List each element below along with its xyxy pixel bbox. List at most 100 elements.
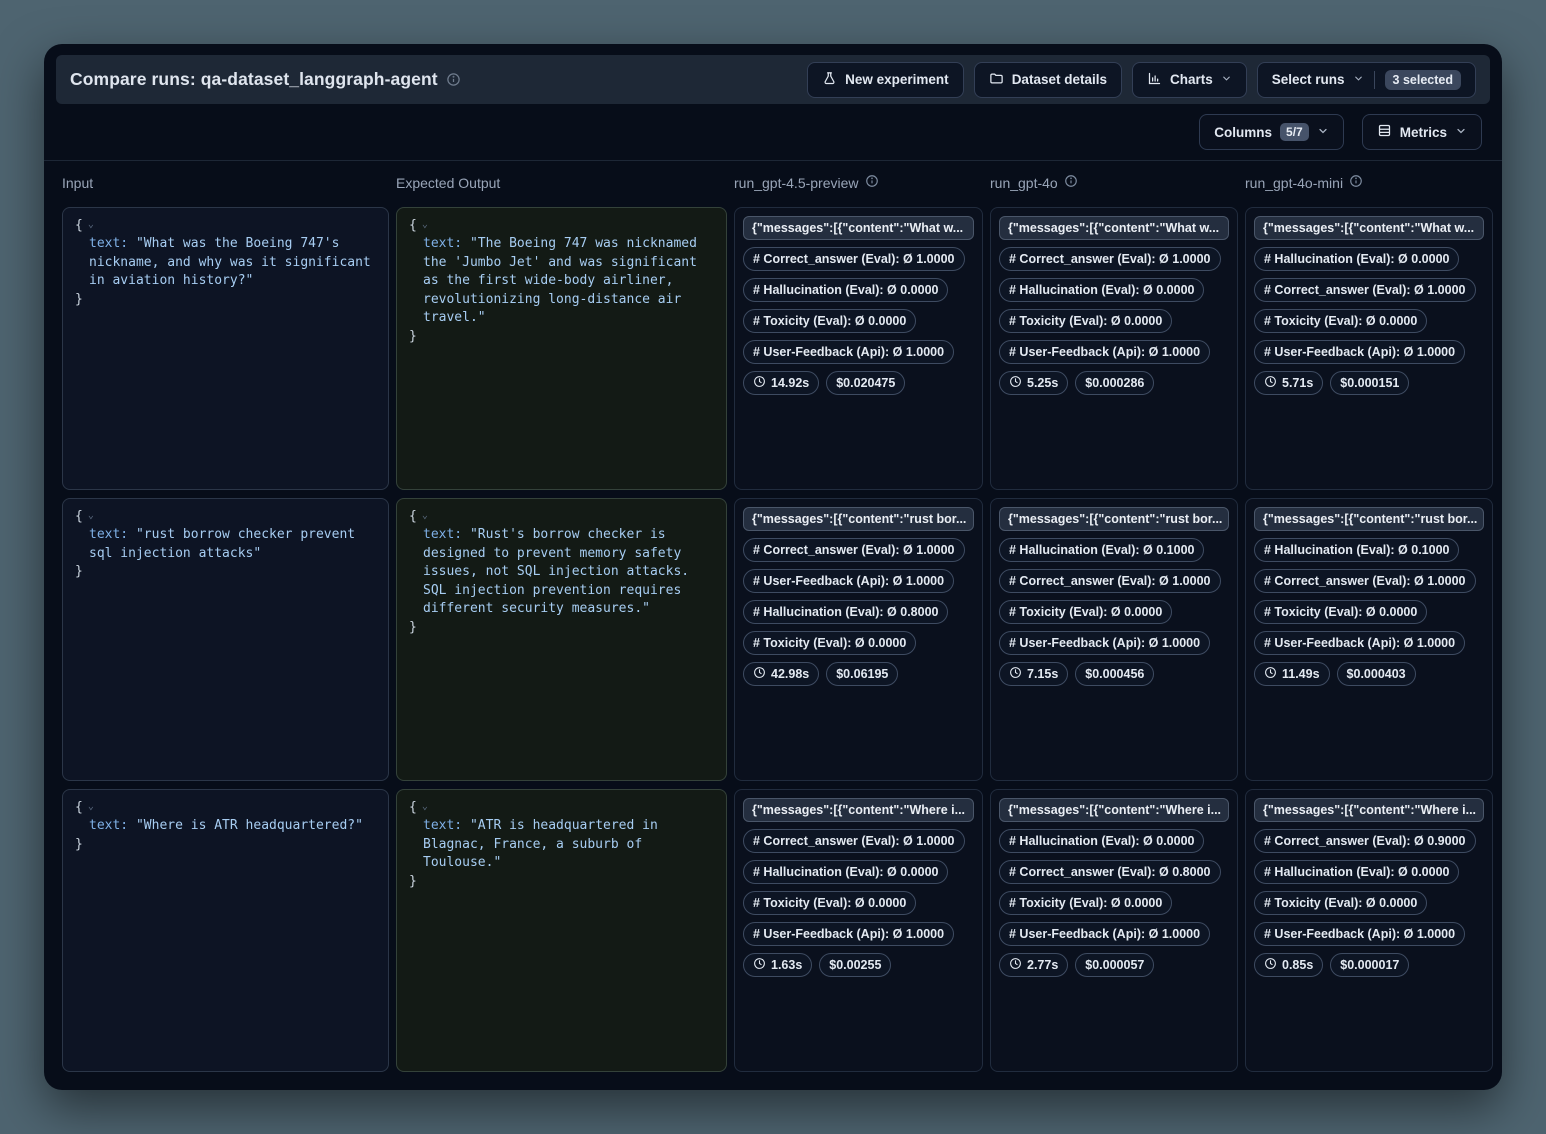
metric-chip[interactable]: # User-Feedback (Api): Ø 1.0000 — [743, 922, 954, 946]
expected-output-cell[interactable]: {⌄ text: "ATR is headquartered in Blagna… — [396, 789, 727, 1072]
run-output-cell[interactable]: {"messages":[{"content":"rust bor... # C… — [734, 498, 983, 781]
input-cell[interactable]: {⌄ text: "rust borrow checker prevent sq… — [62, 498, 389, 781]
metric-chip[interactable]: # Toxicity (Eval): Ø 0.0000 — [1254, 891, 1427, 915]
metric-chip[interactable]: # User-Feedback (Api): Ø 1.0000 — [999, 631, 1210, 655]
dataset-details-label: Dataset details — [1012, 72, 1107, 87]
collapse-chevron-icon[interactable]: ⌄ — [422, 801, 428, 812]
metric-chip[interactable]: # Hallucination (Eval): Ø 0.0000 — [1254, 247, 1459, 271]
metric-chip[interactable]: # Hallucination (Eval): Ø 0.0000 — [999, 278, 1204, 302]
metric-chip[interactable]: # Hallucination (Eval): Ø 0.0000 — [1254, 860, 1459, 884]
cost-chip[interactable]: $0.020475 — [826, 371, 905, 395]
title-info-icon[interactable] — [446, 72, 461, 87]
expected-output-cell[interactable]: {⌄ text: "Rust's borrow checker is desig… — [396, 498, 727, 781]
metric-chip[interactable]: # Correct_answer (Eval): Ø 1.0000 — [999, 247, 1221, 271]
info-icon[interactable] — [1349, 174, 1363, 191]
cost-chip[interactable]: $0.06195 — [826, 662, 898, 686]
page-title: Compare runs: qa-dataset_langgraph-agent — [70, 69, 438, 90]
cost-chip[interactable]: $0.000456 — [1075, 662, 1154, 686]
metric-chip[interactable]: # Toxicity (Eval): Ø 0.0000 — [1254, 309, 1427, 333]
output-preview-chip[interactable]: {"messages":[{"content":"What w... — [999, 216, 1229, 240]
latency-chip[interactable]: 14.92s — [743, 371, 819, 395]
select-runs-button[interactable]: Select runs 3 selected — [1257, 62, 1476, 98]
output-preview-chip[interactable]: {"messages":[{"content":"What w... — [1254, 216, 1484, 240]
output-preview-chip[interactable]: {"messages":[{"content":"Where i... — [999, 798, 1229, 822]
run-output-cell[interactable]: {"messages":[{"content":"rust bor... # H… — [990, 498, 1238, 781]
output-preview-chip[interactable]: {"messages":[{"content":"What w... — [743, 216, 974, 240]
info-icon[interactable] — [865, 174, 879, 191]
metric-chip[interactable]: # Correct_answer (Eval): Ø 0.9000 — [1254, 829, 1476, 853]
metric-chip[interactable]: # User-Feedback (Api): Ø 1.0000 — [999, 922, 1210, 946]
collapse-chevron-icon[interactable]: ⌄ — [88, 801, 94, 812]
metric-chip[interactable]: # Correct_answer (Eval): Ø 1.0000 — [743, 829, 965, 853]
metric-chip[interactable]: # User-Feedback (Api): Ø 1.0000 — [743, 569, 954, 593]
metric-chip[interactable]: # Hallucination (Eval): Ø 0.0000 — [743, 278, 948, 302]
metric-chip[interactable]: # Hallucination (Eval): Ø 0.0000 — [743, 860, 948, 884]
selected-count-badge: 3 selected — [1385, 70, 1461, 90]
collapse-chevron-icon[interactable]: ⌄ — [422, 219, 428, 230]
collapse-chevron-icon[interactable]: ⌄ — [422, 510, 428, 521]
latency-chip[interactable]: 42.98s — [743, 662, 819, 686]
run-output-cell[interactable]: {"messages":[{"content":"What w... # Cor… — [990, 207, 1238, 490]
expected-output-cell[interactable]: {⌄ text: "The Boeing 747 was nicknamed t… — [396, 207, 727, 490]
cost-chip[interactable]: $0.000017 — [1330, 953, 1409, 977]
run-output-cell[interactable]: {"messages":[{"content":"rust bor... # H… — [1245, 498, 1493, 781]
latency-chip[interactable]: 7.15s — [999, 662, 1068, 686]
output-preview-chip[interactable]: {"messages":[{"content":"rust bor... — [1254, 507, 1484, 531]
run-output-cell[interactable]: {"messages":[{"content":"What w... # Cor… — [734, 207, 983, 490]
latency-chip[interactable]: 5.25s — [999, 371, 1068, 395]
cost-chip[interactable]: $0.000151 — [1330, 371, 1409, 395]
json-viewer: {⌄ text: "rust borrow checker prevent sq… — [63, 499, 388, 591]
metric-chip[interactable]: # User-Feedback (Api): Ø 1.0000 — [999, 340, 1210, 364]
dataset-details-button[interactable]: Dataset details — [974, 62, 1122, 98]
metric-chip[interactable]: # Toxicity (Eval): Ø 0.0000 — [1254, 600, 1427, 624]
info-icon[interactable] — [1064, 174, 1078, 191]
output-preview-chip[interactable]: {"messages":[{"content":"Where i... — [743, 798, 974, 822]
collapse-chevron-icon[interactable]: ⌄ — [88, 510, 94, 521]
metric-chip[interactable]: # Toxicity (Eval): Ø 0.0000 — [743, 631, 916, 655]
metric-chip[interactable]: # Toxicity (Eval): Ø 0.0000 — [999, 309, 1172, 333]
metric-chip[interactable]: # User-Feedback (Api): Ø 1.0000 — [1254, 922, 1465, 946]
metrics-button[interactable]: Metrics — [1362, 114, 1482, 150]
metric-chip[interactable]: # Correct_answer (Eval): Ø 1.0000 — [1254, 569, 1476, 593]
metric-chip[interactable]: # Toxicity (Eval): Ø 0.0000 — [743, 891, 916, 915]
metric-chip[interactable]: # User-Feedback (Api): Ø 1.0000 — [1254, 631, 1465, 655]
metric-chip[interactable]: # Correct_answer (Eval): Ø 1.0000 — [1254, 278, 1476, 302]
input-cell[interactable]: {⌄ text: "What was the Boeing 747's nick… — [62, 207, 389, 490]
metric-chip[interactable]: # Correct_answer (Eval): Ø 0.8000 — [999, 860, 1221, 884]
collapse-chevron-icon[interactable]: ⌄ — [88, 219, 94, 230]
metric-chip[interactable]: # Correct_answer (Eval): Ø 1.0000 — [743, 247, 965, 271]
input-cell[interactable]: {⌄ text: "Where is ATR headquartered?" } — [62, 789, 389, 1072]
latency-chip[interactable]: 5.71s — [1254, 371, 1323, 395]
new-experiment-button[interactable]: New experiment — [807, 62, 964, 98]
metric-chip[interactable]: # Hallucination (Eval): Ø 0.8000 — [743, 600, 948, 624]
metric-chip[interactable]: # User-Feedback (Api): Ø 1.0000 — [1254, 340, 1465, 364]
metric-chip[interactable]: # Hallucination (Eval): Ø 0.0000 — [999, 829, 1204, 853]
run-output-cell[interactable]: {"messages":[{"content":"What w... # Hal… — [1245, 207, 1493, 490]
columns-button[interactable]: Columns 5/7 — [1199, 114, 1343, 150]
output-preview-chip[interactable]: {"messages":[{"content":"rust bor... — [999, 507, 1229, 531]
metric-chip[interactable]: # Correct_answer (Eval): Ø 1.0000 — [999, 569, 1221, 593]
cost-chip[interactable]: $0.000057 — [1075, 953, 1154, 977]
output-preview-chip[interactable]: {"messages":[{"content":"rust bor... — [743, 507, 974, 531]
metric-chip[interactable]: # Toxicity (Eval): Ø 0.0000 — [999, 891, 1172, 915]
run-output-cell[interactable]: {"messages":[{"content":"Where i... # Co… — [1245, 789, 1493, 1072]
latency-chip[interactable]: 1.63s — [743, 953, 812, 977]
metric-chip[interactable]: # Correct_answer (Eval): Ø 1.0000 — [743, 538, 965, 562]
charts-button[interactable]: Charts — [1132, 62, 1247, 98]
button-divider — [1374, 71, 1375, 89]
metric-chip[interactable]: # User-Feedback (Api): Ø 1.0000 — [743, 340, 954, 364]
cost-chip[interactable]: $0.00255 — [819, 953, 891, 977]
latency-chip[interactable]: 2.77s — [999, 953, 1068, 977]
metric-chip[interactable]: # Toxicity (Eval): Ø 0.0000 — [743, 309, 916, 333]
metric-chip[interactable]: # Toxicity (Eval): Ø 0.0000 — [999, 600, 1172, 624]
latency-chip[interactable]: 11.49s — [1254, 662, 1330, 686]
run-output-cell[interactable]: {"messages":[{"content":"Where i... # Co… — [734, 789, 983, 1072]
output-preview-chip[interactable]: {"messages":[{"content":"Where i... — [1254, 798, 1484, 822]
cost-chip[interactable]: $0.000403 — [1337, 662, 1416, 686]
cost-chip[interactable]: $0.000286 — [1075, 371, 1154, 395]
metric-chip[interactable]: # Hallucination (Eval): Ø 0.1000 — [1254, 538, 1459, 562]
column-header-expected-output: Expected Output — [396, 174, 727, 191]
latency-chip[interactable]: 0.85s — [1254, 953, 1323, 977]
run-output-cell[interactable]: {"messages":[{"content":"Where i... # Ha… — [990, 789, 1238, 1072]
metric-chip[interactable]: # Hallucination (Eval): Ø 0.1000 — [999, 538, 1204, 562]
